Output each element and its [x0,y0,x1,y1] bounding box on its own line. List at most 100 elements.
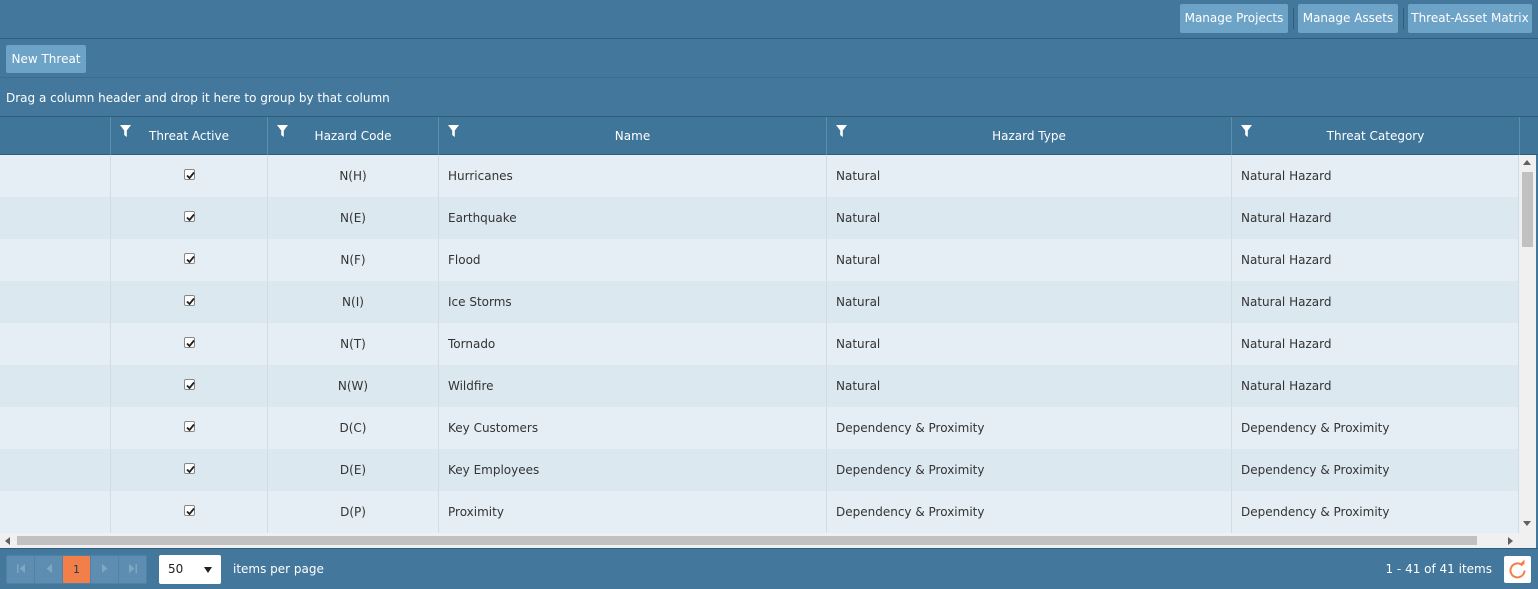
horizontal-scrollbar[interactable] [0,533,1519,548]
column-title-name: Name [614,129,651,143]
table-row[interactable]: N(I) Ice Storms Natural Natural Hazard [0,281,1519,323]
column-header-threat-category[interactable]: Threat Category [1232,117,1520,155]
hazard-code-cell: N(E) [268,197,439,239]
threat-active-cell [111,281,268,323]
refresh-icon [1509,559,1526,579]
filter-icon[interactable] [448,125,459,138]
hazard-code-cell: N(T) [268,323,439,365]
table-row[interactable]: N(E) Earthquake Natural Natural Hazard [0,197,1519,239]
table-row[interactable]: D(E) Key Employees Dependency & Proximit… [0,449,1519,491]
threat-category-cell: Dependency & Proximity [1232,491,1519,533]
previous-page-icon [46,564,52,573]
threat-category-cell: Natural Hazard [1232,365,1519,407]
threat-active-checkbox[interactable] [184,505,195,516]
scroll-up-arrow-icon[interactable] [1523,160,1531,165]
row-select-cell[interactable] [0,281,111,323]
last-page-button[interactable] [119,556,147,583]
threat-category-cell: Dependency & Proximity [1232,407,1519,449]
threat-category-cell: Natural Hazard [1232,281,1519,323]
table-row[interactable]: D(C) Key Customers Dependency & Proximit… [0,407,1519,449]
filter-icon[interactable] [836,125,847,138]
manage-projects-button[interactable]: Manage Projects [1180,4,1288,33]
group-panel-hint: Drag a column header and drop it here to… [6,91,390,105]
column-title-hazard-type: Hazard Type [992,129,1066,143]
checkmark-icon [186,255,195,264]
threat-active-cell [111,365,268,407]
first-page-icon [16,564,25,573]
row-select-cell[interactable] [0,155,111,197]
scroll-down-arrow-icon[interactable] [1523,521,1531,526]
column-header-threat-active[interactable]: Threat Active [111,117,268,155]
filter-icon[interactable] [120,125,131,138]
table-row[interactable]: N(F) Flood Natural Natural Hazard [0,239,1519,281]
hazard-code-cell: D(P) [268,491,439,533]
threat-active-cell [111,239,268,281]
threat-active-checkbox[interactable] [184,253,195,264]
filter-icon[interactable] [277,125,288,138]
column-title-threat-active: Threat Active [149,129,229,143]
checkmark-icon [186,381,195,390]
threat-asset-matrix-button[interactable]: Threat-Asset Matrix [1408,4,1532,33]
column-header-name[interactable]: Name [439,117,827,155]
column-header-hazard-code[interactable]: Hazard Code [268,117,439,155]
nav-divider [1403,8,1404,29]
table-row[interactable]: N(T) Tornado Natural Natural Hazard [0,323,1519,365]
refresh-button[interactable] [1504,556,1531,583]
filter-icon[interactable] [1241,125,1252,138]
vertical-scroll-thumb[interactable] [1522,172,1533,247]
page-size-select[interactable]: 50 [159,555,221,584]
row-select-cell[interactable] [0,491,111,533]
hazard-code-cell: D(C) [268,407,439,449]
row-select-cell[interactable] [0,239,111,281]
hazard-type-cell: Natural [827,365,1232,407]
horizontal-scroll-thumb[interactable] [17,536,1477,545]
threat-active-checkbox[interactable] [184,421,195,432]
group-by-drop-zone[interactable]: Drag a column header and drop it here to… [0,79,1538,117]
row-select-cell[interactable] [0,323,111,365]
first-page-button[interactable] [7,556,35,583]
page-number-button[interactable]: 1 [63,556,91,583]
hazard-code-cell: N(H) [268,155,439,197]
previous-page-button[interactable] [35,556,63,583]
threat-active-checkbox[interactable] [184,295,195,306]
manage-assets-button[interactable]: Manage Assets [1298,4,1398,33]
scrollbar-corner [1519,533,1536,548]
row-select-cell[interactable] [0,197,111,239]
scroll-right-arrow-icon[interactable] [1508,537,1513,545]
name-cell: Wildfire [439,365,827,407]
threat-category-cell: Natural Hazard [1232,155,1519,197]
hazard-type-cell: Natural [827,197,1232,239]
threat-active-checkbox[interactable] [184,463,195,474]
threat-active-checkbox[interactable] [184,211,195,222]
grid-toolbar: New Threat [0,40,1538,78]
column-header-hazard-type[interactable]: Hazard Type [827,117,1232,155]
threat-active-checkbox[interactable] [184,169,195,180]
threat-active-checkbox[interactable] [184,337,195,348]
next-page-icon [101,564,107,573]
threat-active-cell [111,407,268,449]
row-select-cell[interactable] [0,449,111,491]
table-row[interactable]: N(W) Wildfire Natural Natural Hazard [0,365,1519,407]
checkmark-icon [186,423,195,432]
row-select-cell[interactable] [0,407,111,449]
hazard-type-cell: Natural [827,155,1232,197]
hazard-code-cell: N(W) [268,365,439,407]
next-page-button[interactable] [91,556,119,583]
page-size-value: 50 [168,562,184,576]
last-page-icon [129,564,137,573]
threat-active-checkbox[interactable] [184,379,195,390]
scroll-left-arrow-icon[interactable] [5,537,10,545]
table-row[interactable]: N(H) Hurricanes Natural Natural Hazard [0,155,1519,197]
hazard-type-cell: Natural [827,281,1232,323]
checkmark-icon [186,297,195,306]
row-select-cell[interactable] [0,365,111,407]
grid-pager: 1 50 items per page 1 - 41 of 41 items [0,548,1538,589]
grid-header: Threat Active Hazard Code Name Hazard Ty… [0,117,1538,155]
name-cell: Proximity [439,491,827,533]
new-threat-button[interactable]: New Threat [6,45,86,73]
table-row[interactable]: D(P) Proximity Dependency & Proximity De… [0,491,1519,533]
vertical-scrollbar[interactable] [1519,155,1536,533]
hazard-type-cell: Dependency & Proximity [827,449,1232,491]
threat-active-cell [111,491,268,533]
name-cell: Key Employees [439,449,827,491]
